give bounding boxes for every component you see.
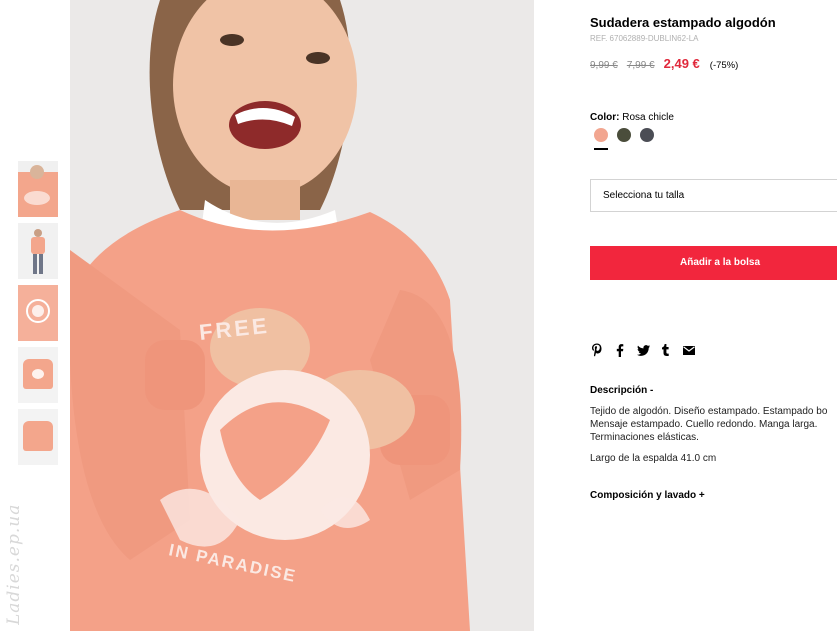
mail-icon[interactable] — [682, 342, 696, 358]
product-details-panel: Sudadera estampado algodón REF. 67062889… — [590, 0, 837, 631]
thumbnail-4[interactable] — [18, 347, 58, 403]
original-price: 9,99 € — [590, 60, 618, 71]
product-reference: REF. 67062889-DUBLIN62-LA — [590, 34, 699, 43]
size-select[interactable]: Selecciona tu talla — [590, 179, 837, 212]
description-text: Tejido de algodón. Diseño estampado. Est… — [590, 405, 837, 444]
twitter-icon[interactable] — [636, 342, 650, 358]
social-share — [590, 342, 705, 358]
thumbnail-2[interactable] — [18, 223, 58, 279]
color-swatches — [594, 128, 663, 142]
watermark: Ladies.ep.ua — [4, 503, 24, 625]
price-row: 9,99 € 7,99 € 2,49 € (-75%) — [590, 56, 738, 71]
color-value: Rosa chicle — [622, 112, 674, 123]
product-main-image: FREE IN PARADISE — [70, 0, 534, 631]
current-price: 2,49 € — [663, 56, 700, 71]
swatch-charcoal[interactable] — [640, 128, 654, 142]
color-selector-label: Color: Rosa chicle — [590, 112, 674, 123]
description-line: Tejido de algodón. Diseño estampado. Est… — [590, 406, 828, 417]
thumbnail-3[interactable] — [18, 285, 58, 341]
previous-price: 7,99 € — [626, 60, 655, 71]
tumblr-icon[interactable] — [659, 342, 673, 358]
thumbnail-gallery — [18, 161, 58, 471]
description-line: Terminaciones elásticas. — [590, 432, 699, 443]
swatch-rosa-chicle[interactable] — [594, 128, 608, 142]
description-line: Mensaje estampado. Cuello redondo. Manga… — [590, 419, 818, 430]
pinterest-icon[interactable] — [590, 342, 604, 358]
product-title: Sudadera estampado algodón — [590, 15, 776, 30]
facebook-icon[interactable] — [613, 342, 627, 358]
color-label: Color: — [590, 112, 620, 123]
swatch-olive[interactable] — [617, 128, 631, 142]
thumbnail-5[interactable] — [18, 409, 58, 465]
selected-swatch-indicator — [594, 148, 608, 150]
composition-toggle[interactable]: Composición y lavado + — [590, 490, 705, 501]
discount-badge: (-75%) — [709, 60, 739, 71]
thumbnail-1[interactable] — [18, 161, 58, 217]
back-length: Largo de la espalda 41.0 cm — [590, 453, 717, 464]
description-toggle[interactable]: Descripción - — [590, 385, 653, 396]
add-to-bag-button[interactable]: Añadir a la bolsa — [590, 246, 837, 280]
